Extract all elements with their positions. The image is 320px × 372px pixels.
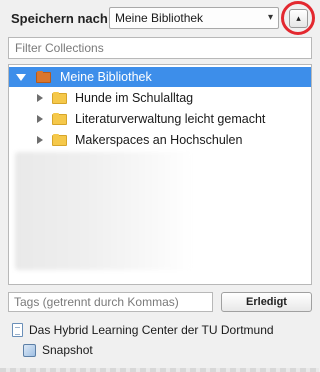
folder-icon [52,113,67,125]
tree-item-collection[interactable]: Hunde im Schulalltag [9,88,311,108]
library-select[interactable]: Meine Bibliothek ▾ [109,7,279,29]
snapshot-icon [23,343,36,357]
library-icon [36,71,51,83]
tree-item-label: Literaturverwaltung leicht gemacht [75,112,266,126]
chevron-up-icon: ▴ [296,13,301,23]
collection-tree[interactable]: Meine Bibliothek Hunde im Schulalltag Li… [8,64,312,285]
collapsed-arrow-icon[interactable] [34,134,46,146]
chevron-down-icon: ▾ [267,12,273,23]
tree-item-label: Makerspaces an Hochschulen [75,133,243,147]
save-to-label: Speichern nach [11,11,108,26]
document-icon [12,323,23,337]
done-button[interactable]: Erledigt [221,292,312,312]
tree-item-collection[interactable]: Literaturverwaltung leicht gemacht [9,109,311,129]
tags-input[interactable] [8,292,213,312]
tree-item-label: Meine Bibliothek [60,70,152,84]
attachment-item[interactable]: Snapshot [23,343,93,357]
library-select-value: Meine Bibliothek [115,11,204,25]
tree-item-collection[interactable]: Makerspaces an Hochschulen [9,130,311,150]
collapsed-arrow-icon[interactable] [34,113,46,125]
bottom-edge [0,368,319,372]
document-title: Das Hybrid Learning Center der TU Dortmu… [29,323,274,337]
folder-icon [52,134,67,146]
expand-arrow-icon[interactable] [15,71,27,83]
tree-item-my-library[interactable]: Meine Bibliothek [9,67,311,87]
attachment-label: Snapshot [42,343,93,357]
document-item[interactable]: Das Hybrid Learning Center der TU Dortmu… [12,323,274,337]
collapsed-arrow-icon[interactable] [34,92,46,104]
tree-item-label: Hunde im Schulalltag [75,91,194,105]
collapse-panel-button[interactable]: ▴ [289,9,308,28]
blurred-region [15,152,193,270]
folder-icon [52,92,67,104]
filter-collections-input[interactable] [8,37,312,59]
